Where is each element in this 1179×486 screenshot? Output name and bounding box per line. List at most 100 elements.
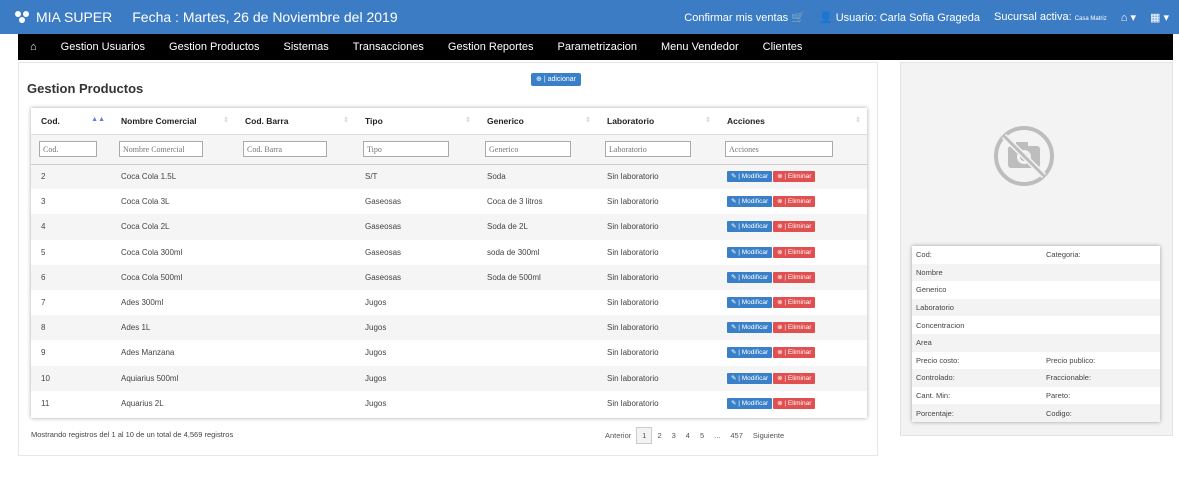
table-row: 8 Ades 1L Jugos Sin laboratorio ✎ | Modifica…: [31, 315, 867, 341]
nav-transacciones[interactable]: Transacciones: [341, 41, 436, 53]
pager-page-last[interactable]: 457: [725, 428, 748, 443]
nav-menu-vendedor[interactable]: Menu Vendedor: [649, 41, 751, 53]
branch-value: Casa Matriz: [1074, 16, 1107, 22]
cell-nombre: Aquiarius 500ml: [121, 373, 179, 383]
cell-lab: Sin laboratorio: [607, 323, 659, 333]
cell-nombre: Ades Manzana: [121, 348, 175, 358]
pager-prev[interactable]: Anterior: [600, 428, 636, 443]
pager-page-2[interactable]: 2: [652, 428, 666, 443]
cell-tipo: Gaseosas: [365, 247, 402, 257]
confirm-sales-link[interactable]: Confirmar mis ventas 🛒: [684, 11, 805, 24]
edit-button[interactable]: ✎ | Modificar: [727, 221, 773, 233]
detail-label-secondary: Codigo:: [1046, 408, 1072, 418]
col-header-barra[interactable]: Cod. Barra ⇕: [235, 108, 355, 135]
detail-row: Generico: [912, 281, 1160, 299]
cell-barra: [235, 290, 355, 315]
edit-button[interactable]: ✎ | Modificar: [727, 347, 773, 359]
cell-cod: 7: [41, 298, 46, 308]
table-row: 9 Ades Manzana Jugos Sin laboratorio ✎ | Mod…: [31, 340, 867, 366]
col-header-cod-label: Cod.: [41, 115, 60, 126]
delete-button[interactable]: ⊗ | Eliminar: [773, 271, 816, 283]
edit-label: | Modificar: [738, 198, 769, 206]
page-title: Gestion Productos: [27, 81, 144, 96]
delete-button[interactable]: ⊗ | Eliminar: [773, 171, 816, 183]
edit-button[interactable]: ✎ | Modificar: [727, 271, 773, 283]
filter-cod-input[interactable]: [39, 141, 97, 157]
delete-button[interactable]: ⊗ | Eliminar: [773, 372, 816, 384]
filter-acciones-input[interactable]: [725, 141, 833, 157]
col-header-nombre[interactable]: Nombre Comercial ⇕: [111, 108, 235, 135]
table-row: 4 Coca Cola 2L Gaseosas Soda de 2L Sin labor…: [31, 214, 867, 240]
products-table: Cod. ▲▲ Nombre Comercial ⇕ Cod. Barra ⇕ Tip…: [31, 108, 867, 418]
edit-button[interactable]: ✎ | Modificar: [727, 397, 773, 409]
branch-selector[interactable]: Sucursal activa: Casa Matriz: [994, 11, 1107, 23]
pager-ellipsis: ...: [714, 431, 721, 440]
edit-button[interactable]: ✎ | Modificar: [727, 196, 773, 208]
delete-label: | Eliminar: [784, 324, 812, 332]
cell-tipo: Gaseosas: [365, 222, 402, 232]
edit-button[interactable]: ✎ | Modificar: [727, 246, 773, 258]
pagination: Anterior 1 2 3 4 5 ... 457 Siguiente: [600, 427, 789, 444]
edit-button[interactable]: ✎ | Modificar: [727, 297, 773, 309]
brand[interactable]: MIA SUPER: [14, 9, 112, 25]
filter-generico-input[interactable]: [485, 141, 571, 157]
col-header-laboratorio-label: Laboratorio: [607, 115, 655, 126]
apps-menu-button[interactable]: ▦ ▾: [1150, 11, 1169, 24]
branch-label: Sucursal activa:: [994, 11, 1072, 23]
nav-parametrizacion[interactable]: Parametrizacion: [546, 41, 649, 53]
delete-button[interactable]: ⊗ | Eliminar: [773, 246, 816, 258]
filter-laboratorio-input[interactable]: [605, 141, 691, 157]
delete-button[interactable]: ⊗ | Eliminar: [773, 397, 816, 409]
nav-sistemas[interactable]: Sistemas: [272, 41, 341, 53]
edit-label: | Modificar: [738, 273, 769, 281]
pager-page-4[interactable]: 4: [681, 428, 695, 443]
filter-tipo-input[interactable]: [363, 141, 449, 157]
cell-nombre: Coca Cola 500ml: [121, 272, 183, 282]
cell-lab: Sin laboratorio: [607, 197, 659, 207]
cell-barra: [235, 164, 355, 189]
home-nav-icon[interactable]: ⌂: [18, 41, 49, 53]
detail-label-secondary: Pareto:: [1046, 391, 1071, 401]
brand-name: MIA SUPER: [36, 9, 113, 25]
nav-gestion-usuarios[interactable]: Gestion Usuarios: [49, 41, 157, 53]
pager-page-3[interactable]: 3: [667, 428, 681, 443]
delete-button[interactable]: ⊗ | Eliminar: [773, 196, 816, 208]
col-header-generico[interactable]: Generico ⇕: [477, 108, 597, 135]
cell-barra: [235, 240, 355, 265]
detail-label: Cod:: [916, 250, 932, 260]
filter-nombre-input[interactable]: [119, 141, 203, 157]
user-icon: 👤: [818, 11, 833, 24]
delete-button[interactable]: ⊗ | Eliminar: [773, 347, 816, 359]
pager-next[interactable]: Siguiente: [748, 428, 789, 443]
edit-button[interactable]: ✎ | Modificar: [727, 322, 773, 334]
home-menu-button[interactable]: ⌂ ▾: [1121, 11, 1136, 24]
cell-nombre: Coca Cola 1.5L: [121, 172, 177, 182]
edit-button[interactable]: ✎ | Modificar: [727, 372, 773, 384]
detail-label: Area: [916, 338, 932, 348]
cell-tipo: Gaseosas: [365, 197, 402, 207]
cell-acciones: ✎ | Modificar ⊗ | Eliminar: [717, 240, 867, 265]
pager-page-5[interactable]: 5: [695, 428, 709, 443]
nav-gestion-productos[interactable]: Gestion Productos: [157, 41, 272, 53]
delete-button[interactable]: ⊗ | Eliminar: [773, 221, 816, 233]
col-header-tipo[interactable]: Tipo ⇕: [355, 108, 477, 135]
cell-generico: Soda de 500ml: [487, 272, 541, 282]
nav-clientes[interactable]: Clientes: [751, 41, 815, 53]
edit-button[interactable]: ✎ | Modificar: [727, 171, 773, 183]
sort-icon: ⇕: [223, 117, 229, 124]
user-menu[interactable]: 👤 Usuario: Carla Sofia Grageda: [819, 11, 980, 24]
col-header-laboratorio[interactable]: Laboratorio ⇕: [597, 108, 717, 135]
pager-page-1[interactable]: 1: [636, 427, 653, 444]
nav-gestion-reportes[interactable]: Gestion Reportes: [436, 41, 546, 53]
delete-button[interactable]: ⊗ | Eliminar: [773, 297, 816, 309]
cell-generico: Soda de 2L: [487, 222, 528, 232]
filter-barra-input[interactable]: [243, 141, 327, 157]
col-header-nombre-label: Nombre Comercial: [121, 115, 197, 126]
detail-label: Nombre: [916, 267, 943, 277]
detail-label-secondary: Precio publico:: [1046, 355, 1096, 365]
cell-generico: [477, 315, 597, 340]
delete-button[interactable]: ⊗ | Eliminar: [773, 322, 816, 334]
add-product-button[interactable]: ⊕ | adicionar: [531, 73, 581, 86]
col-header-acciones[interactable]: Acciones ⇕: [717, 108, 867, 135]
col-header-cod[interactable]: Cod. ▲▲: [31, 108, 111, 135]
